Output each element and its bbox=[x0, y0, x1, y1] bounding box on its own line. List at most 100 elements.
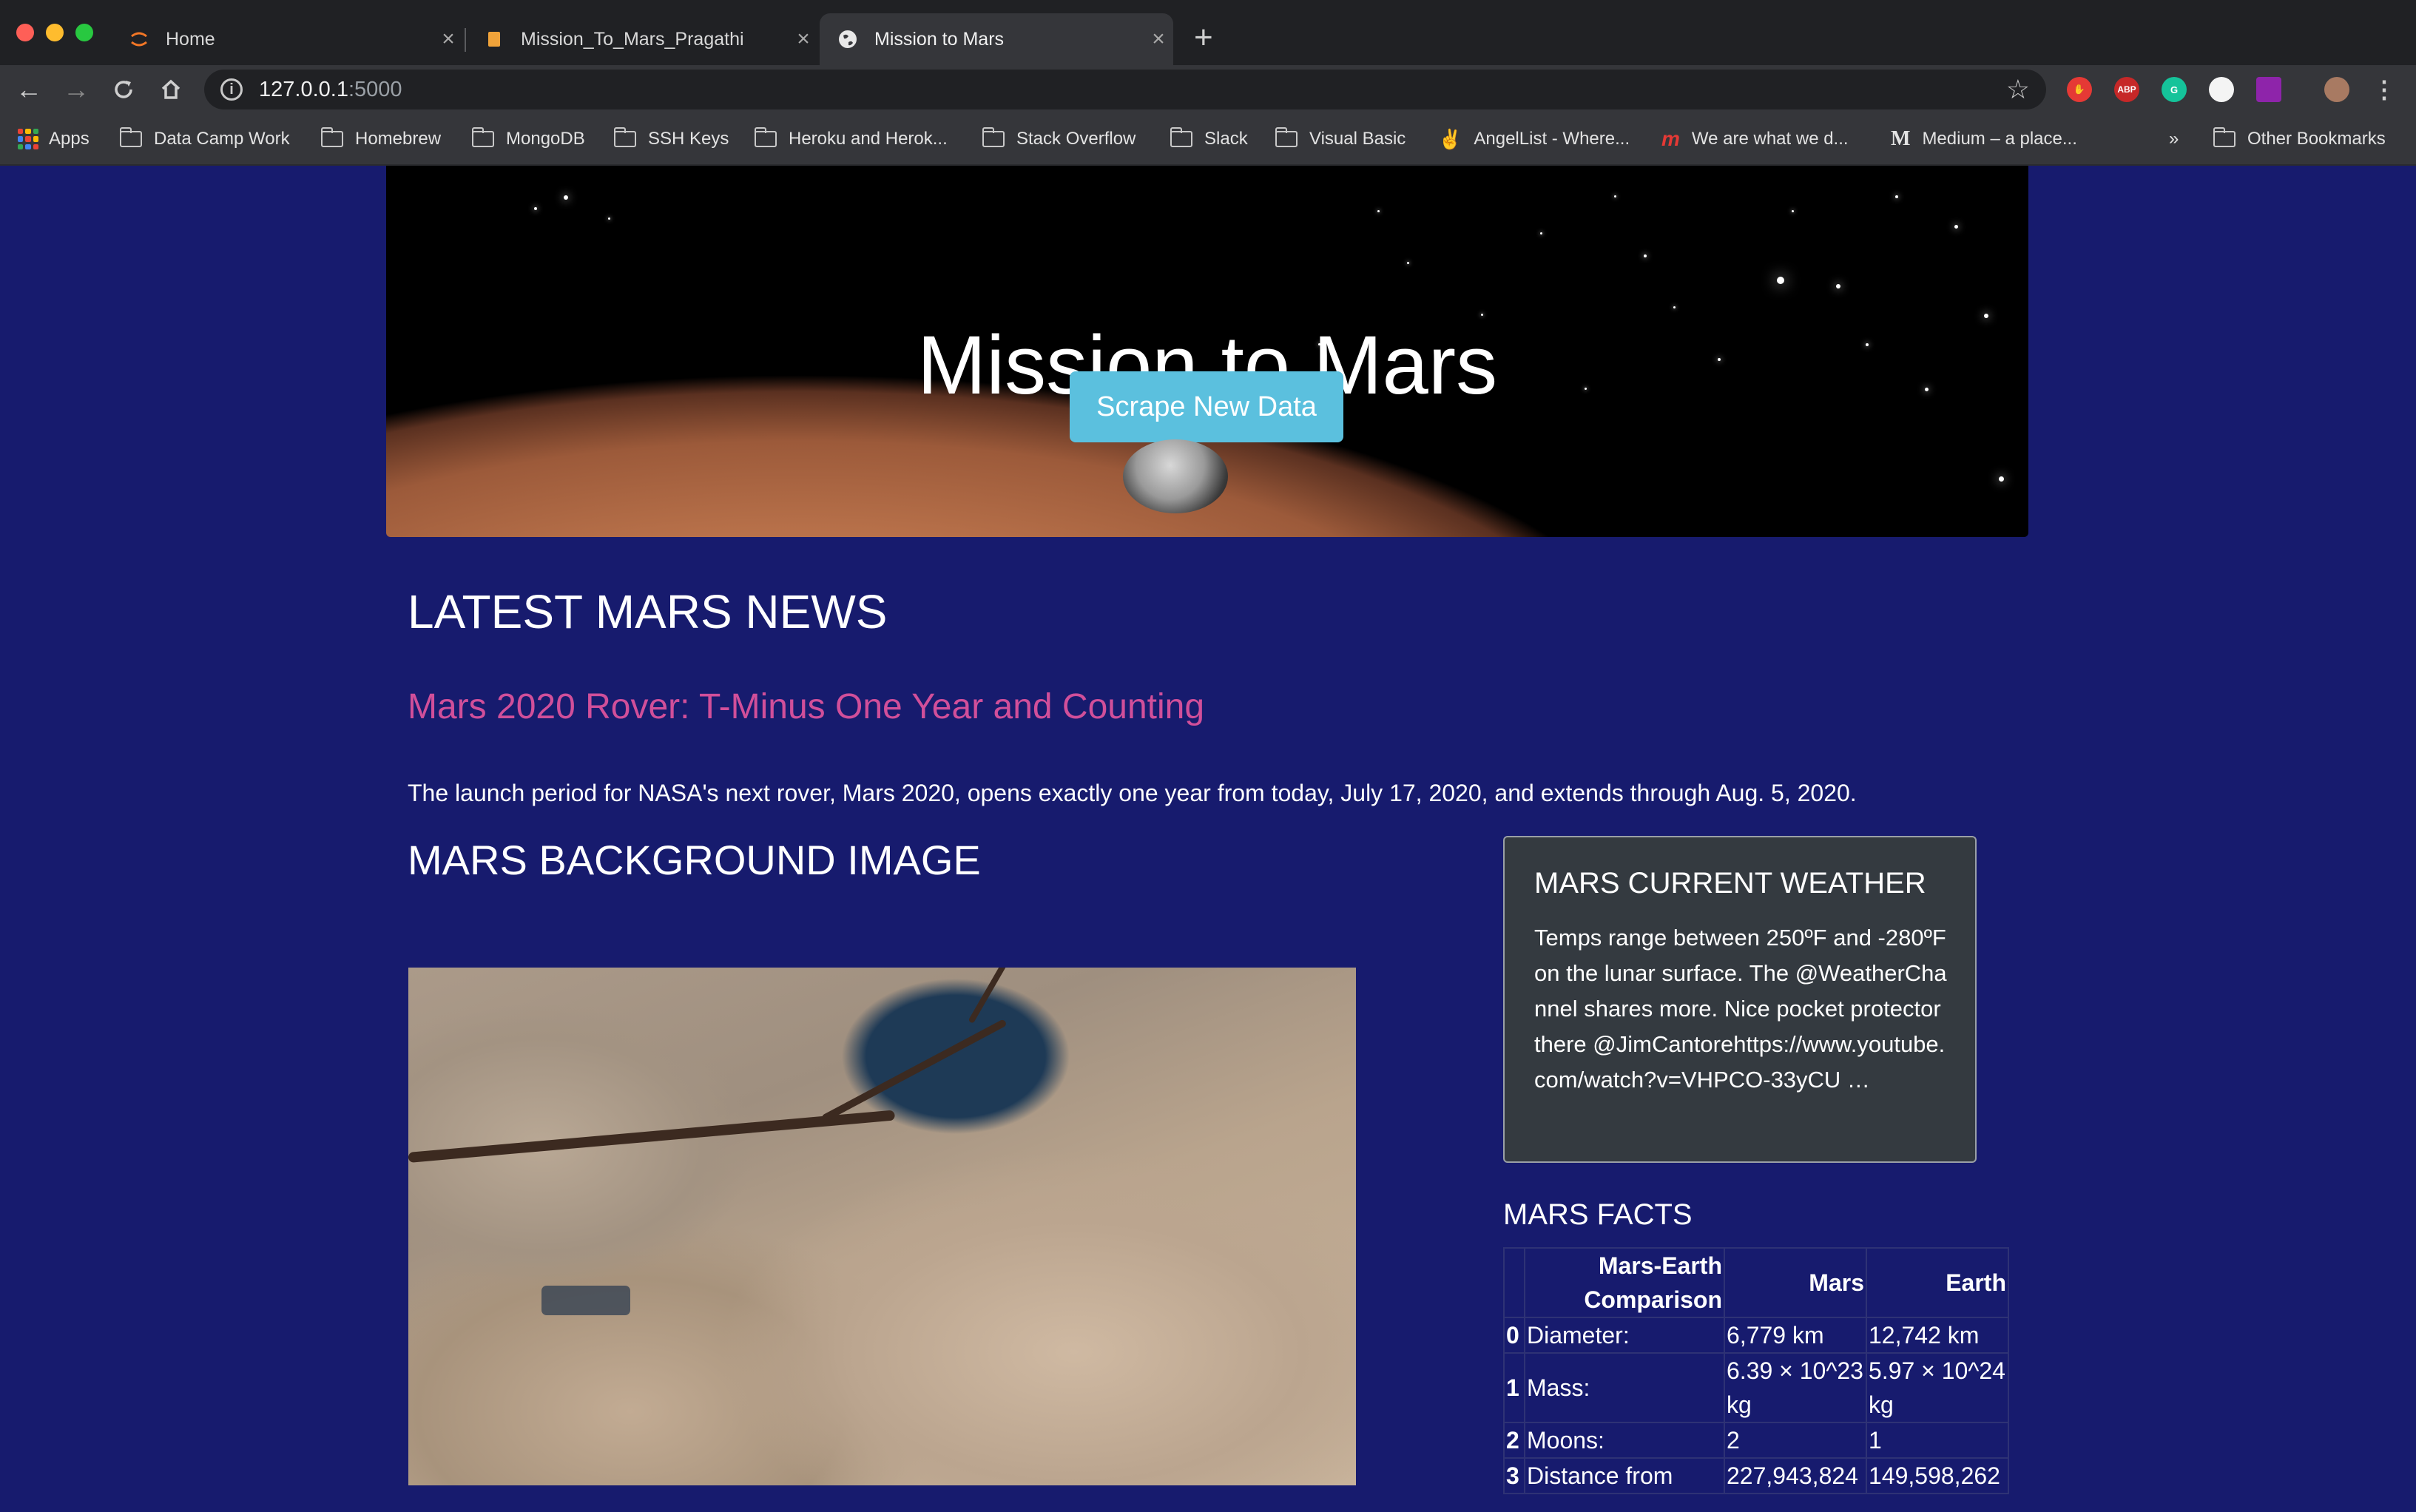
star-decoration bbox=[1377, 210, 1380, 212]
url-host: 127.0.0.1 bbox=[259, 77, 348, 101]
bookmarks-bar: Apps Data Camp Work Homebrew MongoDB SSH… bbox=[0, 114, 2416, 166]
bookmark-data-camp-work[interactable]: Data Camp Work bbox=[119, 124, 290, 154]
star-decoration bbox=[1999, 476, 2004, 482]
tab-label: Mission_To_Mars_Pragathi bbox=[521, 28, 744, 50]
angellist-icon: ✌ bbox=[1438, 127, 1462, 150]
folder-icon bbox=[754, 127, 777, 147]
bookmark-we-are-what-we-do[interactable]: m We are what we d... bbox=[1661, 124, 1849, 154]
profile-avatar[interactable] bbox=[2324, 77, 2349, 102]
info-icon[interactable]: i bbox=[220, 78, 243, 101]
bookmark-label: Visual Basic bbox=[1309, 129, 1406, 149]
bookmark-label: Medium – a place... bbox=[1922, 129, 2077, 149]
column-header: Mars bbox=[1724, 1247, 1867, 1318]
bookmark-label: Slack bbox=[1204, 129, 1248, 149]
table-row: 0 Diameter: 6,779 km 12,742 km bbox=[1503, 1317, 2009, 1354]
home-icon[interactable] bbox=[152, 71, 189, 108]
tab-mission-to-mars[interactable]: Mission to Mars × bbox=[820, 13, 1173, 65]
star-decoration bbox=[1895, 195, 1898, 198]
column-header: Mars-Earth Comparison bbox=[1524, 1247, 1725, 1318]
bookmark-ssh-keys[interactable]: SSH Keys bbox=[613, 124, 729, 154]
featured-image-heading: MARS BACKGROUND IMAGE bbox=[408, 837, 981, 883]
star-decoration bbox=[1614, 195, 1616, 198]
scrape-new-data-button[interactable]: Scrape New Data bbox=[1070, 371, 1343, 442]
star-decoration bbox=[1836, 284, 1840, 288]
bookmark-star-icon[interactable]: ☆ bbox=[2006, 74, 2030, 105]
star-decoration bbox=[534, 207, 537, 210]
bookmark-angellist[interactable]: ✌ AngelList - Where... bbox=[1438, 124, 1630, 154]
table-header-row: Mars-Earth Comparison Mars Earth bbox=[1503, 1247, 2009, 1318]
weather-card: MARS CURRENT WEATHER Temps range between… bbox=[1503, 836, 1977, 1163]
folder-icon bbox=[1275, 127, 1298, 147]
row-label: Moons: bbox=[1524, 1422, 1725, 1459]
bookmark-visual-basic[interactable]: Visual Basic bbox=[1275, 124, 1406, 154]
table-row: 1 Mass: 6.39 × 10^23 kg 5.97 × 10^24 kg bbox=[1503, 1352, 2009, 1423]
earth-value: 149,598,262 bbox=[1866, 1457, 2009, 1494]
stop-extension-icon[interactable]: ✋ bbox=[2067, 77, 2092, 102]
mars-value: 6.39 × 10^23 kg bbox=[1724, 1352, 1867, 1423]
new-tab-button[interactable]: + bbox=[1194, 19, 1213, 56]
minimize-window-button[interactable] bbox=[46, 24, 64, 41]
rp-extension-icon[interactable] bbox=[2256, 77, 2281, 102]
forward-icon[interactable]: → bbox=[58, 71, 95, 108]
bookmark-mongodb[interactable]: MongoDB bbox=[471, 124, 585, 154]
table-row: 3 Distance from 227,943,824 149,598,262 bbox=[1503, 1457, 2009, 1494]
bookmark-label: AngelList - Where... bbox=[1474, 129, 1630, 149]
bookmark-label: Apps bbox=[49, 129, 90, 149]
apps-icon bbox=[18, 129, 38, 149]
back-icon[interactable]: ← bbox=[10, 71, 47, 108]
bookmark-label: Homebrew bbox=[355, 129, 442, 149]
bookmark-slack[interactable]: Slack bbox=[1170, 124, 1248, 154]
star-decoration bbox=[1792, 210, 1794, 212]
column-header bbox=[1503, 1247, 1525, 1318]
bookmarks-overflow-button[interactable]: » bbox=[2169, 124, 2179, 154]
row-index: 2 bbox=[1503, 1422, 1525, 1459]
bookmark-other-bookmarks[interactable]: Other Bookmarks bbox=[2213, 124, 2386, 154]
bookmark-label: MongoDB bbox=[506, 129, 585, 149]
close-icon[interactable]: × bbox=[433, 27, 463, 52]
row-label: Diameter: bbox=[1524, 1317, 1725, 1354]
browser-tab-strip: Home × Mission_To_Mars_Pragathi × Missio… bbox=[0, 0, 2416, 65]
bookmark-medium[interactable]: M Medium – a place... bbox=[1891, 124, 2077, 154]
mars-facts-table: Mars-Earth Comparison Mars Earth 0 Diame… bbox=[1503, 1247, 2009, 1494]
spacecraft-illustration bbox=[1123, 439, 1228, 513]
bookmark-label: Stack Overflow bbox=[1016, 129, 1136, 149]
menu-dots-icon[interactable]: ⋮ bbox=[2372, 76, 2397, 103]
star-decoration bbox=[564, 195, 568, 200]
adblock-extension-icon[interactable]: ABP bbox=[2114, 77, 2139, 102]
grammarly-extension-icon[interactable]: G bbox=[2162, 77, 2187, 102]
earth-value: 12,742 km bbox=[1866, 1317, 2009, 1354]
tab-home[interactable]: Home × bbox=[111, 13, 463, 65]
address-bar[interactable]: i 127.0.0.1 :5000 ☆ bbox=[204, 70, 2046, 109]
close-window-button[interactable] bbox=[16, 24, 34, 41]
notebook-icon bbox=[484, 29, 505, 50]
folder-icon bbox=[613, 127, 636, 147]
mars-value: 227,943,824 bbox=[1724, 1457, 1867, 1494]
row-index: 1 bbox=[1503, 1352, 1525, 1423]
tab-mission-to-mars-pragathi[interactable]: Mission_To_Mars_Pragathi × bbox=[466, 13, 818, 65]
folder-icon bbox=[320, 127, 343, 147]
news-heading: LATEST MARS NEWS bbox=[408, 585, 888, 638]
browser-toolbar: ← → i 127.0.0.1 :5000 ☆ ✋ ABP G ⋮ bbox=[0, 65, 2416, 114]
news-paragraph: The launch period for NASA's next rover,… bbox=[408, 780, 1857, 806]
circle-extension-icon[interactable] bbox=[2209, 77, 2234, 102]
close-icon[interactable]: × bbox=[1144, 27, 1173, 52]
star-decoration bbox=[1644, 254, 1647, 257]
facts-heading: MARS FACTS bbox=[1503, 1198, 1693, 1231]
news-title-link[interactable]: Mars 2020 Rover: T-Minus One Year and Co… bbox=[408, 686, 1204, 727]
weather-text: Temps range between 250ºF and -280ºF on … bbox=[1534, 925, 1947, 1093]
close-icon[interactable]: × bbox=[789, 27, 818, 52]
bookmark-apps[interactable]: Apps bbox=[18, 124, 90, 154]
folder-icon bbox=[119, 127, 142, 147]
bookmark-stack-overflow[interactable]: Stack Overflow bbox=[982, 124, 1136, 154]
jupyter-icon bbox=[129, 29, 149, 50]
bookmark-homebrew[interactable]: Homebrew bbox=[320, 124, 442, 154]
url-port: :5000 bbox=[348, 77, 402, 101]
maximize-window-button[interactable] bbox=[75, 24, 93, 41]
star-decoration bbox=[1540, 232, 1542, 234]
folder-icon bbox=[471, 127, 494, 147]
bookmark-heroku[interactable]: Heroku and Herok... bbox=[754, 124, 948, 154]
m-logo-icon: m bbox=[1661, 127, 1680, 150]
mars-featured-image bbox=[408, 968, 1356, 1485]
reload-icon[interactable] bbox=[105, 71, 142, 108]
folder-icon bbox=[982, 127, 1005, 147]
